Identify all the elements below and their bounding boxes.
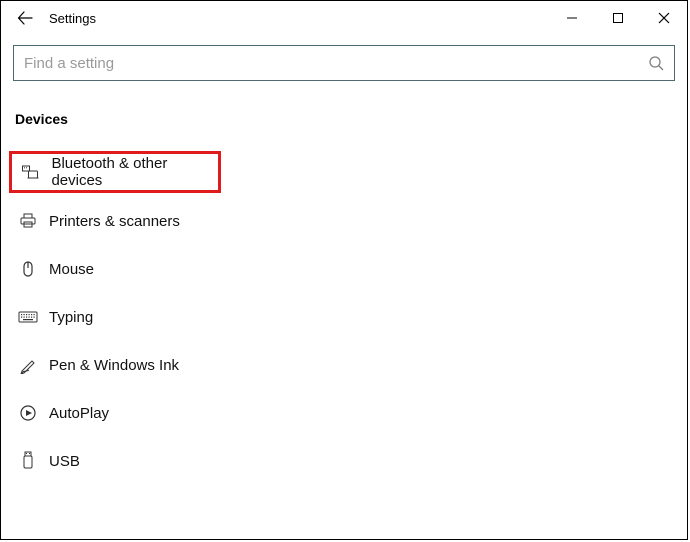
nav-item-label: Mouse (49, 261, 94, 278)
pen-icon (17, 356, 39, 374)
nav-item-bluetooth[interactable]: Bluetooth & other devices (9, 151, 221, 193)
close-icon (658, 12, 670, 24)
nav-item-printers[interactable]: Printers & scanners (9, 199, 687, 243)
nav-item-label: Printers & scanners (49, 213, 180, 230)
mouse-icon (17, 260, 39, 278)
close-button[interactable] (641, 1, 687, 35)
minimize-button[interactable] (549, 1, 595, 35)
caption-buttons (549, 1, 687, 35)
back-button[interactable] (1, 1, 49, 35)
settings-nav-list: Bluetooth & other devices Printers & sca… (1, 151, 687, 483)
printer-icon (17, 213, 39, 229)
keyboard-icon (17, 310, 39, 324)
usb-icon (17, 451, 39, 471)
search-input[interactable]: Find a setting (13, 45, 675, 81)
nav-item-label: USB (49, 453, 80, 470)
minimize-icon (566, 12, 578, 24)
nav-item-mouse[interactable]: Mouse (9, 247, 687, 291)
maximize-button[interactable] (595, 1, 641, 35)
nav-item-label: Bluetooth & other devices (51, 155, 218, 189)
arrow-left-icon (17, 10, 33, 26)
maximize-icon (612, 12, 624, 24)
nav-item-label: Typing (49, 309, 93, 326)
nav-item-typing[interactable]: Typing (9, 295, 687, 339)
titlebar: Settings (1, 1, 687, 35)
nav-item-label: AutoPlay (49, 405, 109, 422)
titlebar-left: Settings (1, 1, 96, 35)
search-icon (648, 55, 664, 71)
search-placeholder: Find a setting (24, 55, 114, 72)
section-header: Devices (15, 111, 687, 127)
devices-icon (20, 164, 41, 180)
window-title: Settings (49, 11, 96, 26)
autoplay-icon (17, 404, 39, 422)
search-container: Find a setting (13, 45, 675, 81)
nav-item-autoplay[interactable]: AutoPlay (9, 391, 687, 435)
nav-item-usb[interactable]: USB (9, 439, 687, 483)
nav-item-pen[interactable]: Pen & Windows Ink (9, 343, 687, 387)
nav-item-label: Pen & Windows Ink (49, 357, 179, 374)
settings-window: Settings Find a setting (0, 0, 688, 540)
